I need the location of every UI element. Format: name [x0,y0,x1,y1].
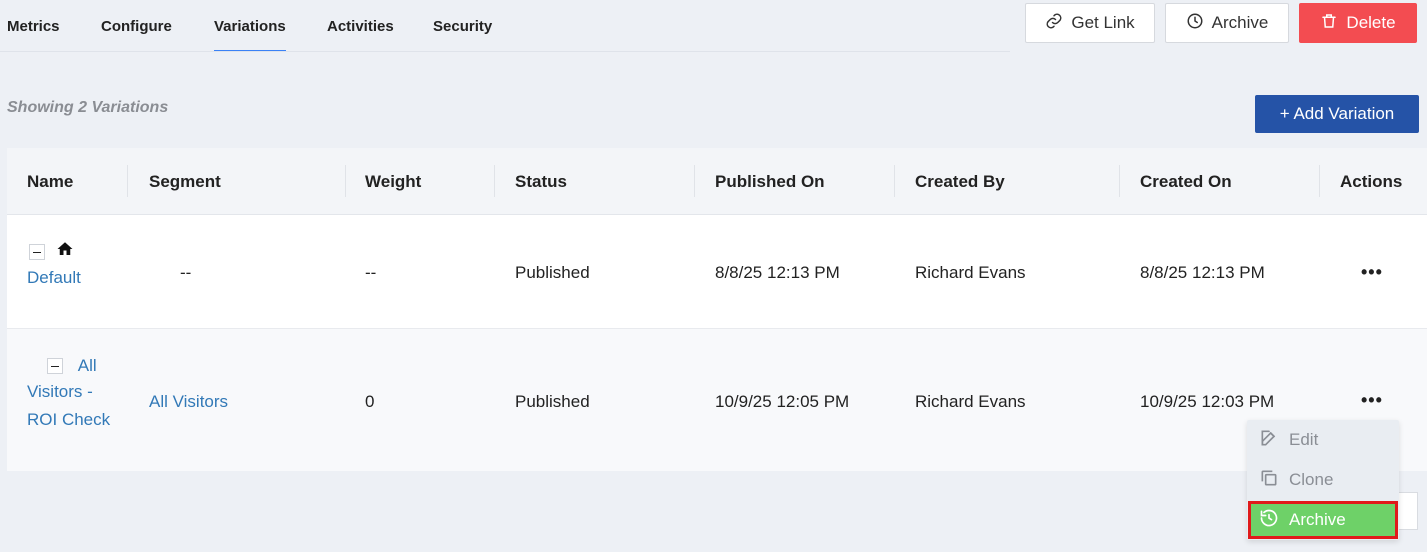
header-separator [694,165,695,197]
collapse-toggle[interactable] [47,357,63,374]
tab-security[interactable]: Security [433,0,492,52]
published-on-cell: 8/8/25 12:13 PM [715,263,840,282]
tab-metrics[interactable]: Metrics [7,0,60,52]
tab-divider [0,51,1010,52]
created-by-cell: Richard Evans [915,392,1026,411]
variation-name-link[interactable]: Default [27,268,81,288]
header-separator [1119,165,1120,197]
archive-label: Archive [1211,13,1269,32]
segment-cell: -- [180,263,192,282]
created-on-cell: 8/8/25 12:13 PM [1140,263,1265,282]
table-header: Name Segment Weight Status Published On … [7,148,1427,215]
add-variation-button[interactable]: + Add Variation [1255,95,1419,133]
table-row: All Visitors - ROI Check All Visitors 0 … [7,329,1427,471]
delete-label: Delete [1346,13,1396,32]
variations-count: Showing 2 Variations [7,99,169,116]
get-link-button[interactable]: Get Link [1025,3,1155,43]
tab-configure[interactable]: Configure [101,0,172,52]
header-published-on[interactable]: Published On [715,148,825,215]
tab-variations[interactable]: Variations [214,0,286,52]
history-icon [1186,12,1204,35]
collapse-toggle[interactable] [29,243,45,260]
archive-button[interactable]: Archive [1165,3,1289,43]
home-icon [56,240,74,263]
menu-item-label: Clone [1289,470,1334,489]
row-actions-button[interactable]: ••• [1361,391,1383,409]
published-on-cell: 10/9/25 12:05 PM [715,392,850,411]
history-icon [1259,508,1279,533]
weight-cell: -- [365,263,377,282]
edit-icon [1259,428,1279,453]
header-separator [345,165,346,197]
weight-cell: 0 [365,392,375,411]
header-created-by[interactable]: Created By [915,148,1005,215]
status-cell: Published [515,263,590,282]
variations-table: Name Segment Weight Status Published On … [7,148,1427,471]
header-status[interactable]: Status [515,148,567,215]
created-on-cell: 10/9/25 12:03 PM [1140,392,1275,411]
header-separator [127,165,128,197]
header-separator [894,165,895,197]
menu-item-clone[interactable]: Clone [1247,460,1399,500]
header-created-on[interactable]: Created On [1140,148,1232,215]
pagination-edge [1398,492,1418,530]
segment-link[interactable]: All Visitors [149,392,228,412]
menu-item-edit[interactable]: Edit [1247,420,1399,460]
get-link-label: Get Link [1071,13,1135,32]
variation-name-line2[interactable]: Visitors - [27,382,93,402]
header-actions: Get Link Archive Delete [1025,3,1417,43]
created-by-cell: Richard Evans [915,263,1026,282]
row-actions-button[interactable]: ••• [1361,263,1383,281]
header-weight[interactable]: Weight [365,148,421,215]
header-separator [1319,165,1320,197]
name-cell-controls: All [47,355,97,376]
status-cell: Published [515,392,590,411]
header-name[interactable]: Name [27,148,73,215]
menu-item-archive[interactable]: Archive [1248,501,1398,539]
name-cell-controls [29,240,74,263]
header-actions: Actions [1340,172,1403,191]
menu-item-label: Edit [1289,430,1319,449]
variation-name-line3[interactable]: ROI Check [27,410,110,430]
header-segment[interactable]: Segment [149,148,221,215]
tab-activities[interactable]: Activities [327,0,394,52]
header-separator [494,165,495,197]
delete-button[interactable]: Delete [1299,3,1417,43]
clone-icon [1259,468,1279,493]
menu-item-label: Archive [1289,510,1346,529]
variation-name-line1[interactable]: All [78,356,97,375]
row-actions-menu: Edit Clone Archive [1247,420,1399,540]
trash-icon [1320,12,1338,35]
table-row: Default -- -- Published 8/8/25 12:13 PM … [7,215,1427,329]
link-icon [1045,12,1063,35]
